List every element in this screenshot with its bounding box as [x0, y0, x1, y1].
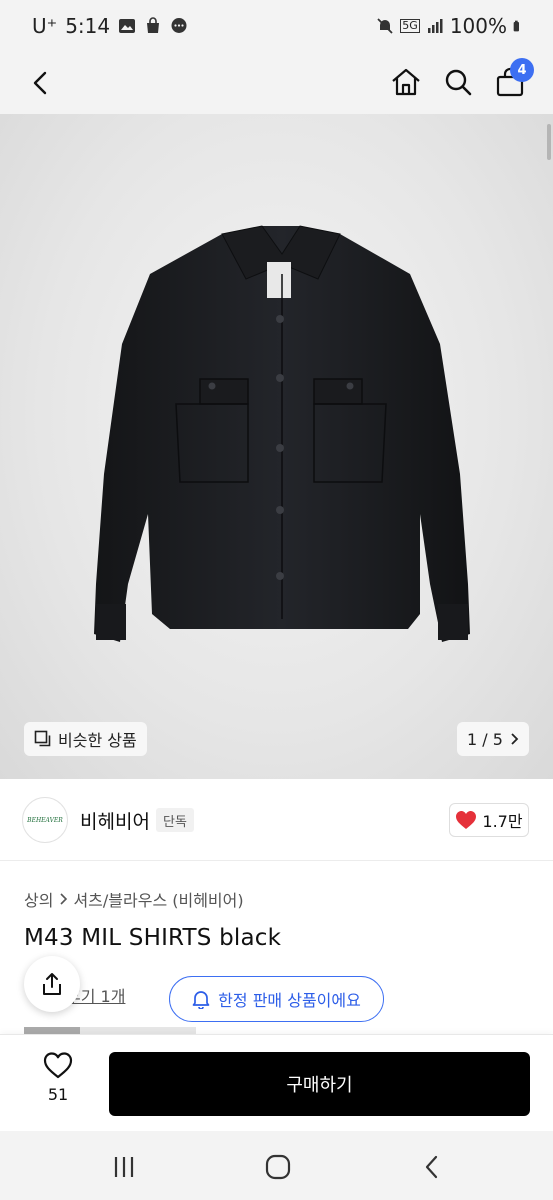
network-type-label: 5G — [400, 19, 420, 33]
brand-row: BEHEAVER 비헤비어 단독 1.7만 — [0, 779, 553, 861]
cart-count-badge: 4 — [510, 58, 534, 82]
chevron-left-icon — [33, 71, 47, 95]
home-icon — [392, 68, 420, 96]
similar-products-label: 비슷한 상품 — [58, 731, 137, 750]
product-image-carousel[interactable]: 비슷한 상품 1 / 5 — [0, 114, 553, 779]
image-counter-label: 1 / 5 — [467, 729, 503, 749]
wishlist-count: 51 — [47, 1085, 69, 1104]
brand-logo-text: BEHEAVER — [27, 816, 63, 824]
similar-products-button[interactable]: 비슷한 상품 — [24, 722, 147, 756]
search-icon — [445, 69, 472, 96]
brand-like-count: 1.7만 — [482, 812, 523, 831]
back-button[interactable] — [22, 64, 60, 102]
image-counter-button[interactable]: 1 / 5 — [457, 722, 529, 756]
back-nav-button[interactable] — [412, 1151, 452, 1183]
breadcrumb-item-category[interactable]: 셔츠/블라우스 (비헤비어) — [73, 887, 243, 911]
brand-name[interactable]: 비헤비어 — [80, 807, 150, 834]
bell-icon — [192, 991, 210, 1009]
status-left: U⁺ 5:14 — [32, 14, 188, 38]
battery-label: 100% — [449, 14, 507, 38]
time-label: 5:14 — [65, 14, 111, 38]
battery-icon — [513, 20, 519, 32]
product-title: M43 MIL SHIRTS black — [24, 925, 282, 951]
signal-icon — [427, 19, 443, 33]
brand-like-button[interactable]: 1.7만 — [449, 803, 529, 837]
recent-apps-button[interactable] — [104, 1151, 144, 1183]
gallery-notification-icon — [119, 19, 136, 33]
back-nav-icon — [425, 1155, 438, 1179]
brand-logo[interactable]: BEHEAVER — [22, 797, 68, 843]
status-right: 5G 100% — [376, 14, 525, 38]
buy-button[interactable]: 구매하기 — [109, 1052, 530, 1116]
copy-icon — [34, 730, 51, 747]
shirt-product-photo — [94, 225, 470, 642]
message-notification-icon — [171, 18, 187, 33]
system-nav-bar — [0, 1131, 553, 1200]
breadcrumb-item-top[interactable]: 상의 — [24, 887, 53, 911]
shopping-bag-notification-icon — [147, 17, 160, 33]
carrier-label: U⁺ — [32, 14, 58, 38]
heart-outline-icon — [43, 1052, 73, 1079]
wishlist-button[interactable]: 51 — [28, 1051, 88, 1121]
breadcrumb: 상의 셔츠/블라우스 (비헤비어) — [24, 887, 244, 911]
chevron-right-icon — [60, 893, 68, 905]
exclusive-tag: 단독 — [156, 808, 194, 832]
home-button[interactable] — [386, 62, 426, 102]
purchase-bar: 51 구매하기 — [0, 1034, 553, 1131]
share-icon — [43, 973, 61, 995]
recent-apps-icon — [114, 1157, 134, 1177]
app-header: 4 — [0, 52, 553, 114]
limited-sale-label: 한정 판매 상품이에요 — [218, 991, 361, 1010]
limited-sale-button[interactable]: 한정 판매 상품이에요 — [169, 976, 384, 1022]
mute-icon — [377, 18, 393, 34]
chevron-right-icon — [511, 733, 519, 745]
home-nav-icon — [265, 1154, 291, 1180]
cart-button[interactable]: 4 — [490, 58, 534, 102]
heart-filled-icon — [456, 811, 477, 829]
home-nav-button[interactable] — [258, 1151, 298, 1183]
status-bar: U⁺ 5:14 5G 100% — [0, 0, 553, 52]
search-button[interactable] — [438, 62, 478, 102]
share-button[interactable] — [24, 956, 80, 1012]
